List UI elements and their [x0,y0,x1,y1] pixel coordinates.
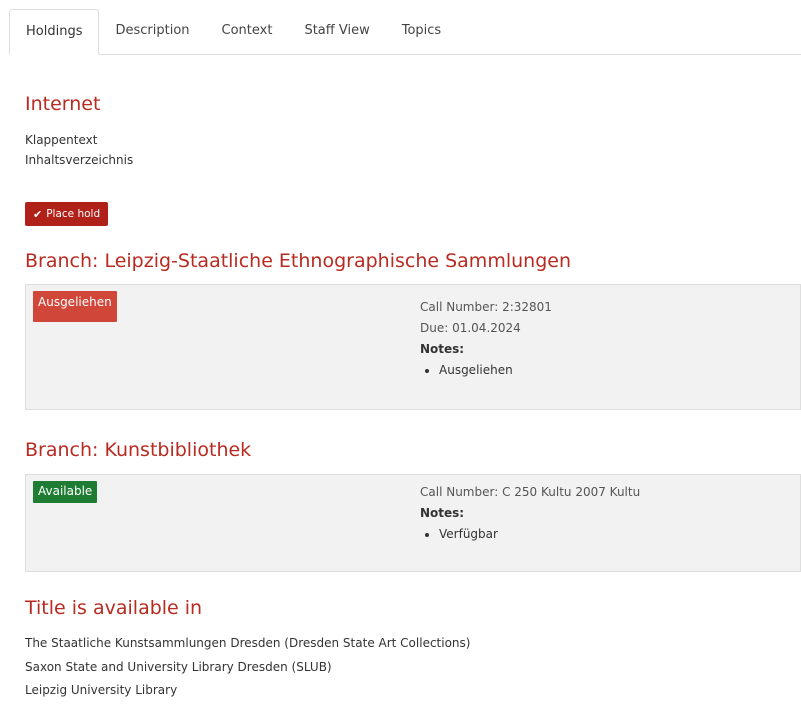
link-inhaltsverzeichnis[interactable]: Inhaltsverzeichnis [25,153,133,167]
holding-record-leipzig: Ausgeliehen Call Number: 2:32801 Due: 01… [25,284,801,410]
note-item: Verfügbar [439,524,640,545]
tab-bar: Holdings Description Context Staff View … [9,9,801,55]
branch-heading-kunstbibliothek: Branch: Kunstbibliothek [25,439,252,461]
notes-label: Notes: [420,342,465,356]
holding-details: Call Number: C 250 Kultu 2007 Kultu Note… [420,482,640,545]
library-item: Saxon State and University Library Dresd… [25,660,332,674]
internet-heading: Internet [25,93,101,115]
place-hold-label: Place hold [46,208,101,220]
tab-topics[interactable]: Topics [386,9,457,54]
tab-description[interactable]: Description [99,9,205,54]
check-icon: ✔ [33,207,43,221]
library-item: Leipzig University Library [25,683,178,697]
notes-list: Ausgeliehen [420,360,552,381]
status-badge: Ausgeliehen [33,291,117,322]
call-number: Call Number: 2:32801 [420,300,552,314]
holding-record-kunstbibliothek: Available Call Number: C 250 Kultu 2007 … [25,474,801,572]
link-klappentext[interactable]: Klappentext [25,133,97,147]
available-in-heading: Title is available in [25,597,203,619]
notes-label: Notes: [420,506,465,520]
tab-staff-view[interactable]: Staff View [288,9,385,54]
place-hold-button[interactable]: ✔ Place hold [25,202,109,226]
library-item: The Staatliche Kunstsammlungen Dresden (… [25,636,471,650]
notes-list: Verfügbar [420,524,640,545]
status-badge: Available [33,481,98,503]
call-number: Call Number: C 250 Kultu 2007 Kultu [420,485,641,499]
branch-heading-leipzig: Branch: Leipzig-Staatliche Ethnographisc… [25,250,571,272]
holding-details: Call Number: 2:32801 Due: 01.04.2024 Not… [420,297,552,381]
tab-holdings[interactable]: Holdings [9,9,100,55]
note-item: Ausgeliehen [439,360,552,381]
due-date: Due: 01.04.2024 [420,321,521,335]
tab-context[interactable]: Context [206,9,289,54]
